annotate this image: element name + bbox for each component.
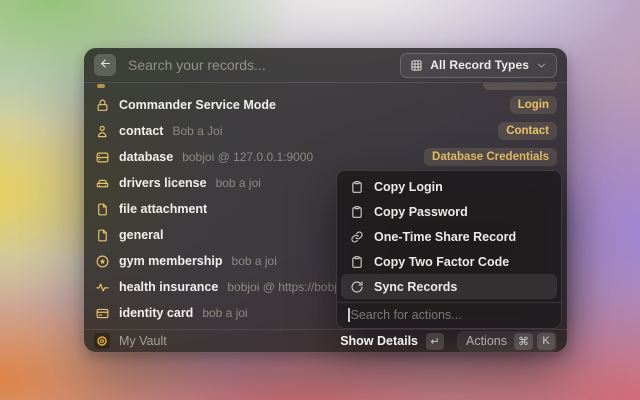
show-details-button[interactable]: Show Details: [340, 334, 418, 348]
record-title: gym membership: [119, 254, 223, 268]
record-title: contact: [119, 124, 163, 138]
car-icon: [94, 175, 110, 191]
search-input[interactable]: Search your records...: [128, 57, 400, 73]
person-icon: [94, 123, 110, 139]
grid-icon: [410, 59, 423, 72]
partial-record-badge: [483, 83, 557, 90]
clipboard-icon: [350, 255, 364, 269]
search-header: Search your records... All Record Types: [84, 48, 567, 82]
record-type-filter-label: All Record Types: [430, 58, 529, 72]
back-button[interactable]: [94, 54, 116, 76]
arrow-left-icon: [99, 57, 112, 73]
command-palette-window: Search your records... All Record Types …: [84, 48, 567, 352]
server-icon: [94, 149, 110, 165]
record-subtitle: bob a joi: [232, 254, 277, 268]
footer-actions: Show Details ↵ Actions ⌘ K: [340, 331, 557, 352]
menu-item-copy-two-factor-code[interactable]: Copy Two Factor Code: [341, 249, 557, 274]
star-circle-icon: [94, 253, 110, 269]
record-subtitle: bob a joi: [202, 306, 247, 320]
record-title: identity card: [119, 306, 193, 320]
vault-label: My Vault: [119, 334, 167, 348]
record-row[interactable]: database bobjoi @ 127.0.0.1:9000 Database …: [84, 144, 567, 170]
record-title: Commander Service Mode: [119, 98, 276, 112]
actions-search-placeholder: Search for actions...: [351, 308, 462, 322]
enter-keycap: ↵: [426, 333, 444, 350]
record-title: drivers license: [119, 176, 207, 190]
file-icon: [94, 227, 110, 243]
actions-context-menu: Copy Login Copy Password One-Time Share Re…: [336, 170, 562, 329]
menu-item-one-time-share-record[interactable]: One-Time Share Record: [341, 224, 557, 249]
record-row[interactable]: contact Bob a Joi Contact: [84, 118, 567, 144]
pulse-icon: [94, 279, 110, 295]
record-type-badge: Login: [510, 96, 557, 114]
record-subtitle: bob a joi: [216, 176, 261, 190]
record-title: database: [119, 150, 173, 164]
clipboard-icon: [350, 180, 364, 194]
menu-item-label: One-Time Share Record: [374, 230, 516, 244]
id-card-icon: [94, 305, 110, 321]
text-caret: [348, 308, 350, 322]
clipboard-icon: [350, 205, 364, 219]
file-icon: [94, 201, 110, 217]
sync-icon: [350, 280, 364, 294]
menu-item-copy-password[interactable]: Copy Password: [341, 199, 557, 224]
record-title: file attachment: [119, 202, 207, 216]
record-row[interactable]: Commander Service Mode Login: [84, 92, 567, 118]
cmd-keycap: ⌘: [514, 333, 533, 350]
menu-item-label: Sync Records: [374, 280, 457, 294]
menu-item-label: Copy Two Factor Code: [374, 255, 509, 269]
chevron-down-icon: [536, 60, 547, 71]
vault-selector[interactable]: My Vault: [94, 333, 167, 349]
record-title: general: [119, 228, 163, 242]
menu-item-sync-records[interactable]: Sync Records: [341, 274, 557, 299]
k-keycap: K: [537, 333, 555, 350]
menu-item-label: Copy Password: [374, 205, 468, 219]
record-subtitle: bobjoi @ 127.0.0.1:9000: [182, 150, 313, 164]
menu-item-copy-login[interactable]: Copy Login: [341, 174, 557, 199]
record-title: health insurance: [119, 280, 218, 294]
menu-item-label: Copy Login: [374, 180, 443, 194]
record-type-filter-dropdown[interactable]: All Record Types: [400, 53, 557, 78]
partial-scrolled-row: [84, 83, 567, 92]
record-subtitle: Bob a Joi: [172, 124, 222, 138]
footer-bar: My Vault Show Details ↵ Actions ⌘ K: [84, 329, 567, 352]
record-type-badge: Contact: [498, 122, 557, 140]
record-type-badge: Database Credentials: [424, 148, 557, 166]
lock-icon: [94, 97, 110, 113]
actions-button[interactable]: Actions ⌘ K: [457, 331, 557, 352]
partial-record-icon: [97, 84, 105, 88]
actions-search-input[interactable]: Search for actions...: [337, 303, 561, 328]
link-icon: [350, 230, 364, 244]
keeper-logo-icon: [94, 333, 110, 349]
actions-label: Actions: [466, 334, 507, 348]
